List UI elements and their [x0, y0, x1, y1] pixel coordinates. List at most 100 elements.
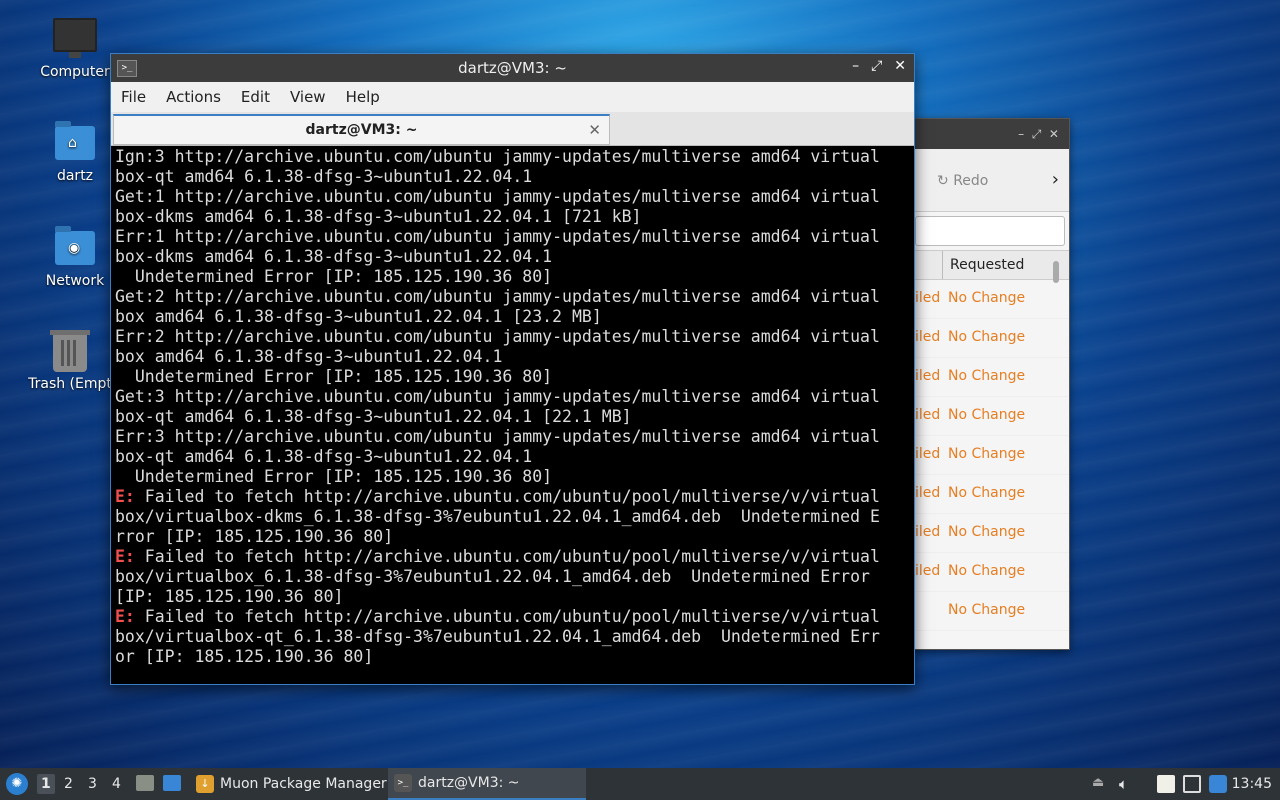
- terminal-titlebar[interactable]: >_ dartz@VM3: ~ – ⤢ ✕: [111, 54, 914, 82]
- requested-cell: No Change: [948, 368, 1026, 384]
- menu-help[interactable]: Help: [336, 88, 390, 106]
- tab-close-icon[interactable]: ✕: [588, 116, 601, 144]
- muon-toolbar: ↻ Redo ›: [901, 149, 1069, 212]
- table-row[interactable]: iled No Change: [901, 475, 1069, 514]
- terminal-line-text: box amd64 6.1.38-dfsg-3~ubuntu1.22.04.1: [115, 347, 503, 366]
- redo-icon: ↻: [937, 173, 949, 189]
- table-row[interactable]: iled No Change: [901, 553, 1069, 592]
- terminal-line-text: Err:1 http://archive.ubuntu.com/ubuntu j…: [115, 227, 880, 246]
- terminal-line: box-qt amd64 6.1.38-dfsg-3~ubuntu1.22.04…: [115, 407, 908, 427]
- desktop-icon-trash[interactable]: Trash (Empt: [25, 330, 115, 392]
- minimize-button[interactable]: –: [852, 58, 859, 74]
- terminal-line: Err:2 http://archive.ubuntu.com/ubuntu j…: [115, 327, 908, 347]
- muon-window[interactable]: – ⤢ ✕ ↻ Redo › Requested iled No Change il…: [900, 118, 1070, 650]
- desktop-icon-label: dartz: [56, 168, 94, 184]
- workspace-3[interactable]: 3: [88, 776, 97, 792]
- terminal-line: Undetermined Error [IP: 185.125.190.36 8…: [115, 267, 908, 287]
- desktop-icon-home[interactable]: ⌂ dartz: [30, 121, 120, 184]
- desktop-icon-label: Network: [45, 273, 105, 289]
- status-cell: iled: [915, 368, 941, 384]
- terminal-line: Get:1 http://archive.ubuntu.com/ubuntu j…: [115, 187, 908, 207]
- terminal-line-text: Failed to fetch http://archive.ubuntu.co…: [134, 487, 880, 506]
- file-manager-launcher-icon[interactable]: [136, 775, 154, 791]
- clock[interactable]: 13:45: [1232, 776, 1272, 792]
- table-row[interactable]: iled No Change: [901, 358, 1069, 397]
- maximize-button[interactable]: ⤢: [871, 58, 882, 74]
- muon-icon: ↓: [196, 775, 214, 793]
- status-cell: iled: [915, 407, 941, 423]
- table-row[interactable]: iled No Change: [901, 514, 1069, 553]
- terminal-window[interactable]: >_ dartz@VM3: ~ – ⤢ ✕ File Actions Edit …: [110, 53, 915, 685]
- terminal-line-text: box-qt amd64 6.1.38-dfsg-3~ubuntu1.22.04…: [115, 447, 533, 466]
- requested-cell: No Change: [948, 524, 1026, 540]
- menu-actions[interactable]: Actions: [156, 88, 231, 106]
- requested-cell: No Change: [948, 329, 1026, 345]
- requested-cell: No Change: [948, 407, 1026, 423]
- taskbar: ✺ 1 2 3 4 ↓ Muon Package Manager >_ dart…: [0, 768, 1280, 800]
- terminal-line: box/virtualbox-dkms_6.1.38-dfsg-3%7eubun…: [115, 507, 908, 527]
- terminal-output[interactable]: Ign:3 http://archive.ubuntu.com/ubuntu j…: [115, 147, 908, 680]
- table-row[interactable]: iled No Change: [901, 280, 1069, 319]
- terminal-line-text: Undetermined Error [IP: 185.125.190.36 8…: [115, 267, 553, 286]
- terminal-line-text: Get:3 http://archive.ubuntu.com/ubuntu j…: [115, 387, 880, 406]
- workspace-1[interactable]: 1: [37, 774, 55, 794]
- column-header-requested[interactable]: Requested: [950, 257, 1024, 273]
- trash-icon: [50, 330, 90, 372]
- tray-arrow-icon[interactable]: ⏏: [1092, 775, 1110, 793]
- desktop-icon-label: Computer: [40, 64, 110, 80]
- terminal-line-text: Err:2 http://archive.ubuntu.com/ubuntu j…: [115, 327, 880, 346]
- terminal-line-text: Failed to fetch http://archive.ubuntu.co…: [134, 547, 880, 566]
- start-menu-button[interactable]: ✺: [6, 773, 28, 795]
- chevron-right-icon[interactable]: ›: [1052, 169, 1059, 190]
- muon-titlebar[interactable]: – ⤢ ✕: [901, 119, 1069, 149]
- clipboard-icon[interactable]: [1157, 775, 1175, 793]
- terminal-line-text: Get:2 http://archive.ubuntu.com/ubuntu j…: [115, 287, 880, 306]
- table-row[interactable]: No Change: [901, 592, 1069, 631]
- menu-edit[interactable]: Edit: [231, 88, 280, 106]
- terminal-line-text: Ign:3 http://archive.ubuntu.com/ubuntu j…: [115, 147, 880, 166]
- terminal-line: or [IP: 185.125.190.36 80]: [115, 647, 908, 667]
- terminal-line: Get:2 http://archive.ubuntu.com/ubuntu j…: [115, 287, 908, 307]
- menu-view[interactable]: View: [280, 88, 336, 106]
- table-row[interactable]: iled No Change: [901, 436, 1069, 475]
- task-muon[interactable]: ↓ Muon Package Manager: [190, 768, 393, 800]
- home-folder-icon: ⌂: [55, 121, 95, 160]
- terminal-line-text: Failed to fetch http://archive.ubuntu.co…: [134, 607, 880, 626]
- terminal-line-text: box-dkms amd64 6.1.38-dfsg-3~ubuntu1.22.…: [115, 247, 553, 266]
- requested-cell: No Change: [948, 563, 1026, 579]
- terminal-line: box-dkms amd64 6.1.38-dfsg-3~ubuntu1.22.…: [115, 247, 908, 267]
- terminal-line: box-qt amd64 6.1.38-dfsg-3~ubuntu1.22.04…: [115, 167, 908, 187]
- terminal-icon: >_: [394, 774, 412, 792]
- terminal-tab[interactable]: dartz@VM3: ~ ✕: [113, 114, 610, 145]
- close-button[interactable]: ✕: [894, 58, 906, 74]
- terminal-line-text: box-dkms amd64 6.1.38-dfsg-3~ubuntu1.22.…: [115, 207, 642, 226]
- tab-bar: dartz@VM3: ~ ✕: [111, 112, 914, 146]
- desktop-icon-computer[interactable]: Computer: [30, 18, 120, 80]
- workspace-4[interactable]: 4: [112, 776, 121, 792]
- terminal-line-text: box/virtualbox-qt_6.1.38-dfsg-3%7eubuntu…: [115, 627, 880, 646]
- error-prefix: E:: [115, 487, 135, 506]
- terminal-line: Get:3 http://archive.ubuntu.com/ubuntu j…: [115, 387, 908, 407]
- table-row[interactable]: iled No Change: [901, 397, 1069, 436]
- volume-icon[interactable]: 🔈︎: [1119, 775, 1137, 793]
- muon-window-controls[interactable]: – ⤢ ✕: [1018, 127, 1059, 141]
- table-header: Requested: [901, 250, 1069, 280]
- requested-cell: No Change: [948, 602, 1026, 618]
- network-icon[interactable]: [1183, 775, 1201, 793]
- menu-file[interactable]: File: [111, 88, 156, 106]
- tab-label: dartz@VM3: ~: [305, 122, 418, 138]
- workspace-2[interactable]: 2: [64, 776, 73, 792]
- redo-button[interactable]: ↻ Redo: [937, 173, 988, 189]
- show-desktop-icon[interactable]: [163, 775, 181, 791]
- update-notifier-icon[interactable]: [1209, 775, 1227, 793]
- desktop-icon-network[interactable]: ◉ Network: [30, 226, 120, 289]
- terminal-line-text: or [IP: 185.125.190.36 80]: [115, 647, 374, 666]
- lubuntu-logo-icon: ✺: [11, 776, 23, 791]
- requested-cell: No Change: [948, 485, 1026, 501]
- table-row[interactable]: iled No Change: [901, 319, 1069, 358]
- search-input[interactable]: [915, 216, 1065, 246]
- task-label: Muon Package Manager: [220, 776, 387, 792]
- terminal-line: E: Failed to fetch http://archive.ubuntu…: [115, 487, 908, 507]
- terminal-line: Undetermined Error [IP: 185.125.190.36 8…: [115, 467, 908, 487]
- task-terminal[interactable]: >_ dartz@VM3: ~: [388, 768, 586, 800]
